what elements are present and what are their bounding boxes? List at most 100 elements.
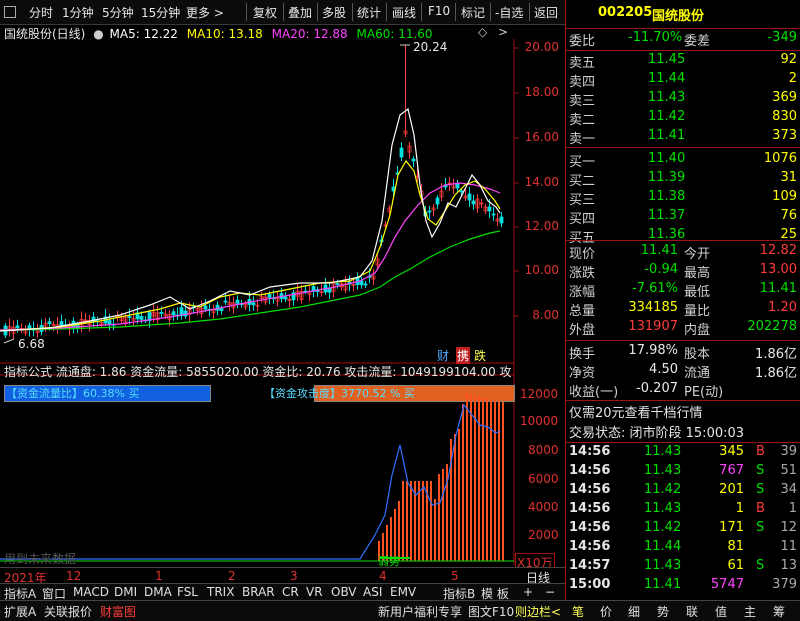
candle-body	[127, 316, 132, 319]
btn-huaxian[interactable]: 画线	[392, 4, 416, 21]
tab-bi[interactable]: 笔	[572, 603, 584, 620]
tab-dmi[interactable]: DMI	[114, 585, 137, 599]
tab-f10-graphic[interactable]: 图文F10	[468, 603, 514, 620]
quote-stat-row: 总量 334185 量比 1.20	[566, 300, 800, 321]
tab-lian[interactable]: 联	[686, 603, 698, 620]
order-price: 11.38	[648, 189, 686, 204]
tab-5min[interactable]: 5分钟	[102, 4, 134, 21]
stat-label: 股本	[684, 347, 711, 362]
tab-zhu[interactable]: 主	[744, 603, 756, 620]
tab-more[interactable]: 更多 >	[186, 4, 224, 21]
order-price: 11.44	[648, 71, 686, 86]
order-book-row[interactable]: 卖四 11.44 2	[566, 71, 800, 92]
indicator-axis-label: 10000	[520, 414, 559, 428]
price-axis-label: 16.00	[524, 130, 559, 144]
indicator-axis-label: 12000	[520, 387, 559, 401]
menu-icon[interactable]	[4, 6, 16, 18]
tab-macd[interactable]: MACD	[73, 585, 109, 599]
order-price: 11.42	[648, 109, 686, 124]
btn-zixuan[interactable]: -自选	[495, 4, 523, 21]
stock-name: 国统股份	[652, 9, 705, 24]
tab-asi[interactable]: ASI	[363, 585, 382, 599]
badge-xie[interactable]: 携	[456, 347, 471, 364]
future-data-watermark: 用到未来数据	[4, 552, 77, 566]
order-book-row[interactable]: 卖五 11.45 92	[566, 52, 800, 73]
order-book-row[interactable]: 买四 11.37 76	[566, 208, 800, 229]
badge-die[interactable]: 跌	[474, 347, 486, 364]
order-level-label: 卖一	[569, 132, 596, 147]
btn-tongji[interactable]: 统计	[357, 4, 381, 21]
candle-body	[251, 302, 256, 306]
add-button[interactable]: +	[523, 585, 533, 599]
candle-body	[267, 293, 272, 298]
tab-vr[interactable]: VR	[306, 585, 323, 599]
tab-shi[interactable]: 势	[657, 603, 669, 620]
tab-1min[interactable]: 1分钟	[62, 4, 94, 21]
tab-15min[interactable]: 15分钟	[141, 4, 180, 21]
stat-label: 最低	[684, 285, 711, 300]
promo-new-user[interactable]: 新用户福利专享	[378, 603, 462, 620]
kline-chart-area[interactable]: 国统股份(日线) ● MA5: 12.22 MA10: 13.18 MA20: …	[0, 25, 565, 580]
stat-value: 17.98%	[628, 343, 678, 358]
btn-fuquan[interactable]: 复权	[253, 4, 277, 21]
order-volume: 369	[772, 90, 797, 105]
promo-depth[interactable]: 仅需20元查看千档行情	[569, 402, 703, 421]
tick-price: 11.41	[644, 577, 682, 592]
order-volume: 373	[772, 128, 797, 143]
order-book-row[interactable]: 买三 11.38 109	[566, 189, 800, 210]
order-book-row[interactable]: 买二 11.39 31	[566, 170, 800, 191]
tab-chou[interactable]: 筹	[773, 603, 785, 620]
tab-extend-a[interactable]: 扩展A	[4, 603, 36, 620]
indicator-bar	[438, 474, 440, 561]
order-book-row[interactable]: 卖三 11.43 369	[566, 90, 800, 111]
order-book-row[interactable]: 买一 11.40 1076	[566, 151, 800, 172]
tab-emv[interactable]: EMV	[390, 585, 416, 599]
stat-value: 1.20	[768, 300, 797, 315]
tab-obv[interactable]: OBV	[331, 585, 357, 599]
sidebar-toggle[interactable]: 则边栏<	[515, 603, 561, 620]
quote-panel: 002205 国统股份 委比 -11.70% 委差 -349 卖五 11.45 92…	[565, 0, 800, 600]
tab-dma[interactable]: DMA	[144, 585, 172, 599]
tab-wealth-chart[interactable]: 财富图	[100, 603, 136, 620]
bottom-bar: 扩展A 关联报价 财富图 新用户福利专享 图文F10 则边栏< 笔 价 细 势 …	[0, 600, 800, 621]
order-book-row[interactable]: 卖二 11.42 830	[566, 109, 800, 130]
badge-cai[interactable]: 财	[437, 347, 449, 364]
tab-related-quote[interactable]: 关联报价	[44, 603, 92, 620]
candle-body	[467, 193, 472, 201]
stat-label: 涨幅	[569, 285, 596, 300]
trade-status: 交易状态: 闭市阶段 15:00:03	[569, 426, 745, 441]
btn-biaoji[interactable]: 标记	[461, 4, 485, 21]
time-label: 1	[155, 569, 163, 583]
btn-f10[interactable]: F10	[428, 4, 450, 18]
order-book-row[interactable]: 卖一 11.41 373	[566, 128, 800, 149]
order-volume: 92	[780, 52, 797, 67]
btn-duogu[interactable]: 多股	[322, 4, 346, 21]
order-level-label: 买三	[569, 193, 596, 208]
tab-xi[interactable]: 细	[628, 603, 640, 620]
tick-time: 14:56	[569, 520, 611, 535]
btn-diejia[interactable]: 叠加	[288, 4, 312, 21]
tick-volume: 767	[719, 463, 744, 478]
candle-body	[363, 283, 368, 286]
tab-cr[interactable]: CR	[282, 585, 299, 599]
tick-volume: 5747	[710, 577, 744, 592]
tab-fsl[interactable]: FSL	[177, 585, 198, 599]
candle-body	[219, 308, 224, 312]
stat-label: 收益(一)	[569, 385, 619, 400]
btn-back[interactable]: 返回	[534, 4, 558, 21]
order-level-label: 卖二	[569, 113, 596, 128]
tab-trix[interactable]: TRIX	[207, 585, 234, 599]
tab-zhi[interactable]: 值	[715, 603, 727, 620]
stat-label: 净资	[569, 366, 596, 381]
tab-jia[interactable]: 价	[600, 603, 612, 620]
tab-brar[interactable]: BRAR	[242, 585, 275, 599]
remove-button[interactable]: −	[545, 585, 555, 599]
tick-side: B	[756, 444, 765, 459]
stat-label: 总量	[569, 304, 596, 319]
candle-body	[59, 320, 64, 326]
stat-value: 12.82	[759, 243, 797, 258]
order-price: 11.39	[648, 170, 686, 185]
stat-label: 内盘	[684, 323, 711, 338]
tab-fenshi[interactable]: 分时	[29, 4, 53, 21]
stat-value: 131907	[628, 319, 678, 334]
